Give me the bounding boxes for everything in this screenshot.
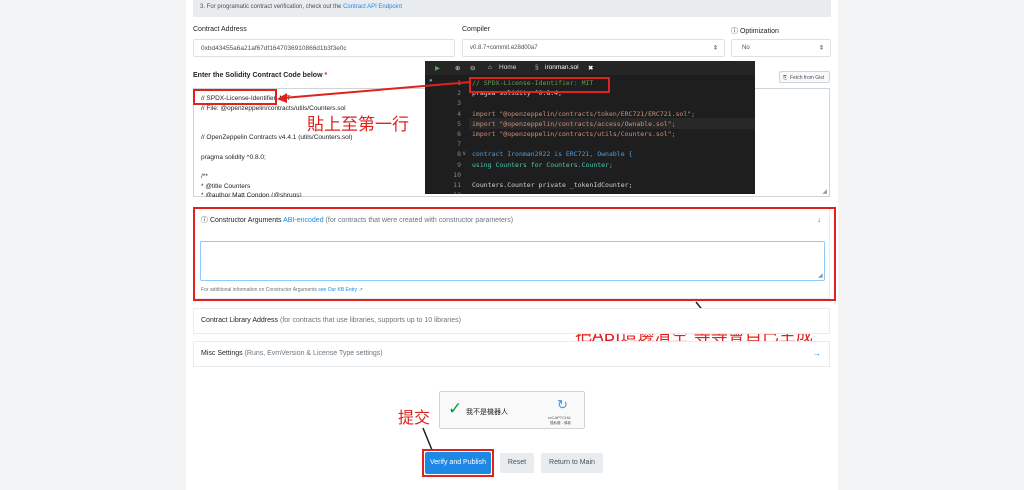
recaptcha-terms[interactable]: 隱私權 - 條款 — [550, 421, 571, 426]
line-number: 7 — [457, 140, 461, 148]
code-line: pragma solidity ^0.8.0; — [201, 154, 266, 161]
optimization-label: ⓘ Optimization — [731, 26, 779, 36]
editor-line: Counters.Counter private _tokenIdCounter… — [472, 181, 633, 189]
highlight-constructor-args — [193, 207, 836, 301]
optimization-value: No — [742, 45, 750, 51]
line-number: 10 — [453, 171, 461, 179]
captcha-label: 我不是機器人 — [466, 408, 508, 416]
line-number: 11 — [453, 181, 461, 189]
editor-line: import "@openzeppelin/contracts/access/O… — [472, 120, 676, 128]
select-chevron-icon: ⇕ — [818, 45, 824, 52]
code-line: // OpenZeppelin Contracts v4.4.1 (utils/… — [201, 134, 353, 141]
home-icon: ⌂ — [488, 64, 492, 71]
home-tab[interactable]: Home — [499, 64, 516, 71]
file-icon: § — [535, 64, 539, 71]
fetch-gist-label: Fetch from Gist — [790, 75, 825, 81]
file-tab[interactable]: ironman.sol — [545, 64, 579, 71]
line-number: 6 — [457, 130, 461, 138]
recaptcha-logo-icon: ↻ — [557, 397, 568, 412]
recaptcha-widget[interactable]: ✓ 我不是機器人 ↻ reCAPTCHA 隱私權 - 條款 — [439, 391, 585, 429]
line-number: 9 — [457, 161, 461, 169]
code-line: * @author Matt Condon (@shrugs) — [201, 192, 302, 197]
expand-arrow-icon[interactable]: → — [813, 349, 821, 358]
editor-line: import "@openzeppelin/contracts/utils/Co… — [472, 130, 676, 138]
line-number: 12 — [447, 191, 461, 194]
annotation-arrow-paste — [277, 81, 472, 103]
library-header: Contract Library Address (for contracts … — [201, 317, 461, 324]
api-endpoint-link[interactable]: Contract API Endpoint — [343, 4, 402, 10]
line-number: 8 — [457, 150, 461, 158]
checkmark-icon[interactable]: ✓ — [448, 399, 462, 419]
misc-header: Misc Settings (Runs, EvmVersion & Licens… — [201, 350, 383, 357]
contract-address-label: Contract Address — [193, 26, 247, 33]
highlight-verify-button — [422, 449, 494, 477]
code-line: /** — [201, 173, 208, 180]
recaptcha-brand: reCAPTCHA — [548, 415, 571, 420]
contract-address-field[interactable]: 0xbd43455a6a21af67df1647036910866d1b3f3e… — [193, 39, 455, 57]
highlight-spdx-line — [193, 89, 277, 105]
library-title: Contract Library Address — [201, 317, 279, 324]
gist-icon: ⎘ — [783, 75, 788, 81]
compiler-select[interactable]: v0.8.7+commit.e28d00a7 ⇕ — [462, 39, 725, 57]
zoom-out-icon[interactable]: ⊖ — [470, 64, 475, 72]
line-number: 4 — [457, 110, 461, 118]
misc-desc: (Runs, EvmVersion & License Type setting… — [244, 350, 383, 357]
run-icon[interactable]: ▶ — [435, 64, 440, 72]
compiler-label: Compiler — [462, 26, 491, 33]
library-desc: (for contracts that use libraries, suppo… — [280, 317, 461, 324]
editor-line: import "@openzeppelin/contracts/token/ER… — [472, 110, 696, 118]
annotation-submit: 提交 — [398, 408, 431, 427]
help-icon: ⓘ — [731, 28, 738, 35]
annotation-paste-first-line: 貼上至第一行 — [307, 115, 409, 135]
line-number: 5 — [457, 120, 461, 128]
optimization-label-text: Optimization — [739, 28, 779, 35]
return-to-main-button[interactable]: Return to Main — [541, 453, 603, 473]
notice-text: 3. For programatic contract verification… — [200, 4, 344, 10]
select-chevron-icon: ⇕ — [712, 45, 718, 52]
editor-line: using Counters for Counters.Counter; — [472, 161, 613, 169]
zoom-in-icon[interactable]: ⊕ — [455, 64, 460, 72]
library-address-panel[interactable]: Contract Library Address (for contracts … — [193, 308, 830, 334]
code-line: * @title Counters — [201, 183, 251, 190]
editor-line: contract Ironman2022 is ERC721, Ownable … — [472, 150, 633, 158]
reset-button[interactable]: Reset — [500, 453, 534, 473]
close-tab-icon[interactable]: ✖ — [588, 64, 593, 72]
misc-settings-panel[interactable]: Misc Settings (Runs, EvmVersion & Licens… — [193, 341, 830, 367]
compiler-value: v0.8.7+commit.e28d00a7 — [470, 45, 538, 51]
optimization-select[interactable]: No ⇕ — [731, 39, 831, 57]
editor-tab-bar: ▶ ⊕ ⊖ ⌂ Home § ironman.sol ✖ — [425, 61, 755, 75]
contract-address-value: 0xbd43455a6a21af67df1647036910866d1b3f3e… — [201, 45, 347, 52]
api-notice: 3. For programatic contract verification… — [193, 0, 831, 17]
resize-handle-icon[interactable]: ◢ — [822, 188, 827, 195]
fetch-from-gist-button[interactable]: ⎘ Fetch from Gist — [779, 71, 830, 83]
misc-title: Misc Settings — [201, 350, 243, 357]
fold-chevron-icon[interactable]: ∨ — [462, 150, 466, 157]
highlight-editor-spdx — [469, 77, 610, 93]
